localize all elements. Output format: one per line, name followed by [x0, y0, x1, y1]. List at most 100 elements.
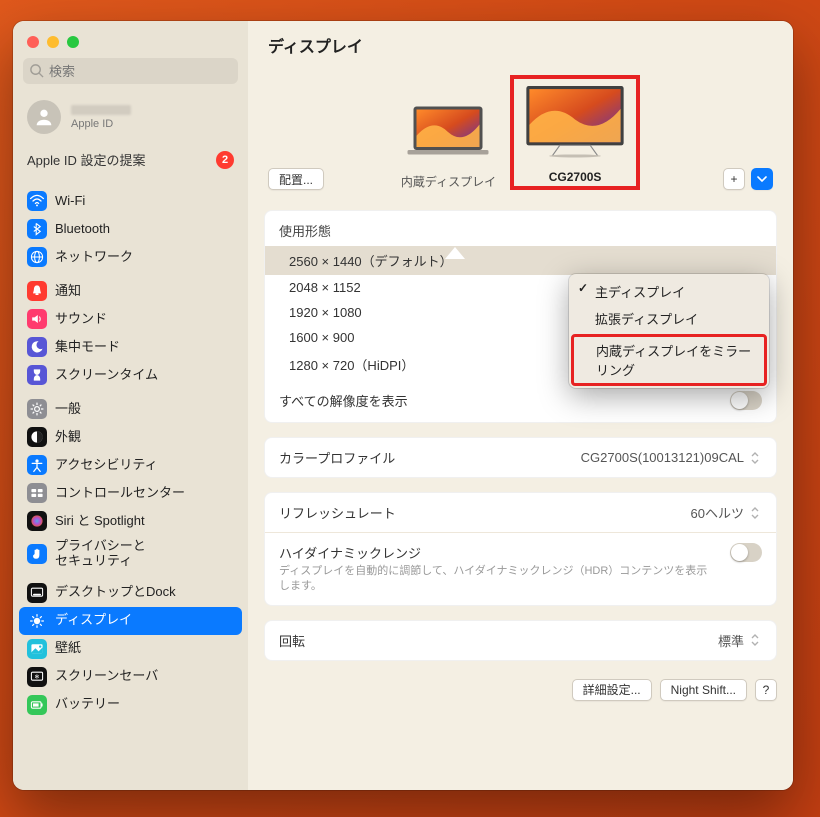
siri-icon — [27, 511, 47, 531]
sidebar-item[interactable]: Siri と Spotlight — [19, 507, 242, 535]
sidebar-item[interactable]: サウンド — [19, 305, 242, 333]
hdr-label: ハイダイナミックレンジ — [279, 543, 718, 562]
sidebar-item[interactable]: バッテリー — [19, 691, 242, 719]
color-profile-card: カラープロファイル CG2700S(10013121)09CAL — [264, 437, 777, 478]
show-all-toggle[interactable] — [730, 391, 762, 410]
color-profile-row[interactable]: カラープロファイル CG2700S(10013121)09CAL — [265, 438, 776, 477]
sidebar-item[interactable]: アクセシビリティ — [19, 451, 242, 479]
sidebar-item[interactable]: Bluetooth — [19, 215, 242, 243]
advanced-button[interactable]: 詳細設定... — [572, 679, 652, 701]
page-title: ディスプレイ — [248, 21, 793, 65]
bt-icon — [27, 219, 47, 239]
color-profile-label: カラープロファイル — [279, 448, 395, 467]
external-display-label: CG2700S — [520, 170, 630, 184]
sidebar-item-label: スクリーンタイム — [55, 368, 158, 383]
sidebar-item[interactable]: ディスプレイ — [19, 607, 242, 635]
arrange-button[interactable]: 配置... — [268, 168, 324, 190]
sidebar: Apple ID Apple ID 設定の提案 2 Wi-Fi Bluetooth… — [13, 21, 248, 790]
sidebar-item-label: 壁紙 — [55, 641, 81, 656]
apple-id-row[interactable]: Apple ID — [13, 94, 248, 144]
close-button[interactable] — [27, 36, 39, 48]
sidebar-item-label: サウンド — [55, 312, 107, 327]
display-options-button[interactable] — [751, 168, 773, 190]
wifi-icon — [27, 191, 47, 211]
main-panel: ディスプレイ 配置... 内蔵ディスプレイ — [248, 21, 793, 790]
sidebar-item[interactable]: スクリーンタイム — [19, 361, 242, 389]
ss-icon: ✻ — [27, 667, 47, 687]
color-profile-value: CG2700S(10013121)09CAL — [581, 450, 744, 465]
sidebar-item[interactable]: コントロールセンター — [19, 479, 242, 507]
sidebar-item[interactable]: 壁紙 — [19, 635, 242, 663]
sidebar-item-label: Wi-Fi — [55, 194, 85, 209]
sidebar-item-label: アクセシビリティ — [55, 458, 158, 473]
dock-icon — [27, 583, 47, 603]
display-arrangement-area: 配置... 内蔵ディスプレイ — [248, 65, 793, 190]
window-controls — [13, 29, 248, 58]
batt-icon — [27, 695, 47, 715]
sidebar-item[interactable]: Wi-Fi — [19, 187, 242, 215]
sidebar-item-label: ディスプレイ — [55, 613, 132, 628]
disp-icon — [27, 611, 47, 631]
access-icon — [27, 455, 47, 475]
search-input[interactable] — [23, 58, 238, 84]
internal-display-thumb[interactable]: 内蔵ディスプレイ — [401, 102, 496, 190]
usage-label: 使用形態 — [265, 211, 776, 246]
laptop-icon — [402, 102, 494, 162]
search-icon — [29, 63, 44, 78]
internal-display-label: 内蔵ディスプレイ — [401, 173, 496, 190]
appear-icon — [27, 427, 47, 447]
popup-menu-item[interactable]: 主ディスプレイ — [573, 278, 765, 305]
sidebar-item-label: 一般 — [55, 402, 81, 417]
settings-content: 使用形態 2560 × 1440（デフォルト）2048 × 11521920 ×… — [248, 190, 793, 717]
sidebar-item-label: コントロールセンター — [55, 486, 185, 501]
popup-menu-item[interactable]: 拡張ディスプレイ — [573, 305, 765, 332]
resolution-option[interactable]: 2560 × 1440（デフォルト） — [265, 246, 776, 275]
snd-icon — [27, 309, 47, 329]
external-display-thumb[interactable]: CG2700S — [510, 75, 640, 190]
popup-menu-item[interactable]: 内蔵ディスプレイをミラーリング — [571, 334, 767, 386]
sidebar-nav: Wi-Fi Bluetooth ネットワーク通知サウンド集中モードスクリーンタイム一… — [13, 181, 248, 790]
sidebar-item-label: バッテリー — [55, 697, 120, 712]
sidebar-item[interactable]: プライバシーと セキュリティ — [19, 535, 242, 573]
sidebar-item-label: 通知 — [55, 284, 81, 299]
rotation-label: 回転 — [279, 631, 305, 650]
hour-icon — [27, 365, 47, 385]
minimize-button[interactable] — [47, 36, 59, 48]
bottom-buttons: 詳細設定... Night Shift... ? — [264, 675, 777, 701]
night-shift-button[interactable]: Night Shift... — [660, 679, 747, 701]
help-button[interactable]: ? — [755, 679, 777, 701]
show-all-resolutions-row: すべての解像度を表示 — [265, 383, 776, 422]
sidebar-item[interactable]: デスクトップとDock — [19, 579, 242, 607]
sidebar-item[interactable]: 集中モード — [19, 333, 242, 361]
apple-id-suggestion-row[interactable]: Apple ID 設定の提案 2 — [13, 144, 248, 181]
refresh-value: 60ヘルツ — [691, 503, 744, 522]
hand-icon — [27, 544, 47, 564]
sidebar-item[interactable]: ネットワーク — [19, 243, 242, 271]
sidebar-item-label: 集中モード — [55, 340, 120, 355]
notification-badge: 2 — [216, 151, 234, 169]
search-field[interactable] — [23, 58, 238, 84]
zoom-button[interactable] — [67, 36, 79, 48]
rotation-card: 回転 標準 — [264, 620, 777, 661]
user-name-blurred — [71, 105, 131, 115]
sidebar-item-label: ネットワーク — [55, 250, 133, 265]
sidebar-item-label: Siri と Spotlight — [55, 514, 145, 529]
updown-icon — [748, 505, 762, 521]
sidebar-item[interactable]: 通知 — [19, 277, 242, 305]
rotation-row[interactable]: 回転 標準 — [265, 621, 776, 660]
sidebar-item-label: 外観 — [55, 430, 81, 445]
sidebar-item[interactable]: 外観 — [19, 423, 242, 451]
bell-icon — [27, 281, 47, 301]
sidebar-item-label: デスクトップとDock — [55, 585, 176, 600]
sidebar-item-label: スクリーンセーバ — [55, 669, 158, 684]
sidebar-item[interactable]: 一般 — [19, 395, 242, 423]
show-all-label: すべての解像度を表示 — [279, 391, 408, 410]
sidebar-item[interactable]: ✻ スクリーンセーバ — [19, 663, 242, 691]
refresh-rate-row[interactable]: リフレッシュレート 60ヘルツ — [265, 493, 776, 532]
svg-text:✻: ✻ — [35, 673, 40, 680]
hdr-toggle[interactable] — [730, 543, 762, 562]
moon-icon — [27, 337, 47, 357]
refresh-hdr-card: リフレッシュレート 60ヘルツ ハイダイナミックレンジ ディスプレイを自動的に調… — [264, 492, 777, 606]
cc-icon — [27, 483, 47, 503]
add-display-button[interactable]: + — [723, 168, 745, 190]
